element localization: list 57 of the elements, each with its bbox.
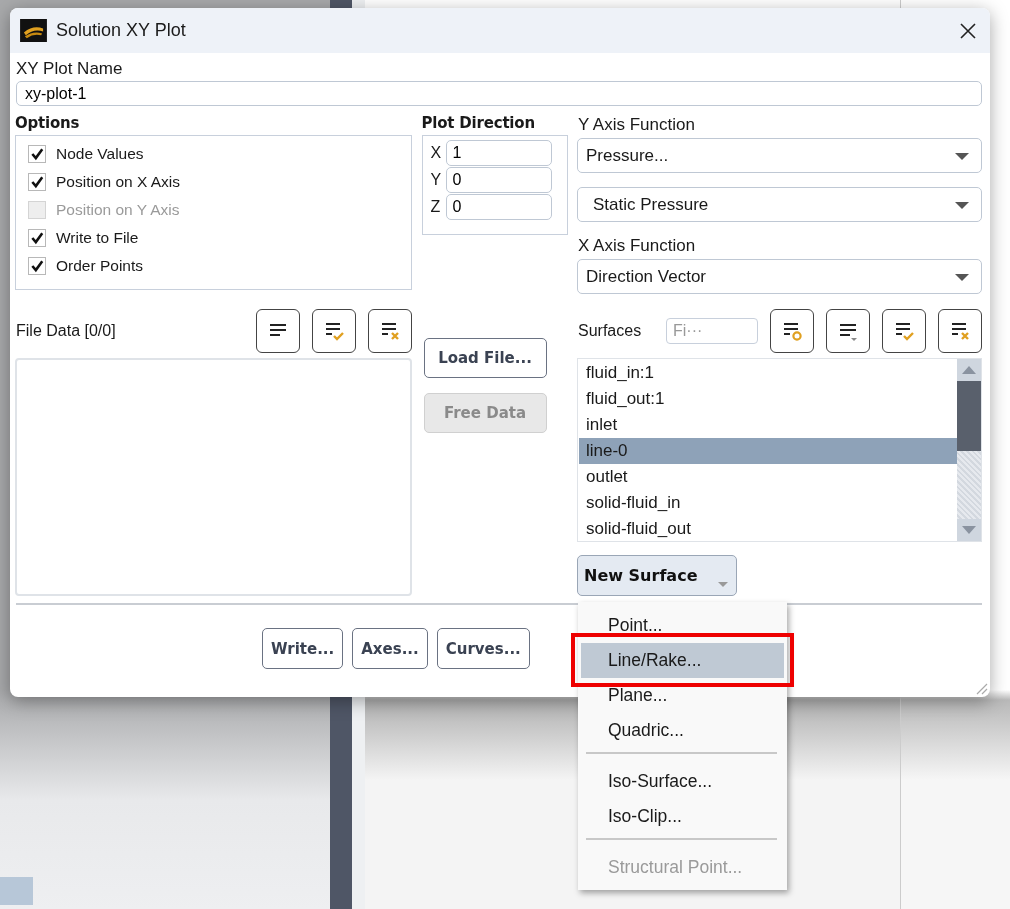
list-icon-button[interactable] xyxy=(826,309,870,353)
select-all-button[interactable] xyxy=(882,309,926,353)
axis-label: X xyxy=(430,144,443,162)
checkbox-option[interactable]: Order Points xyxy=(28,252,411,280)
surface-item[interactable]: line-0 xyxy=(579,438,957,464)
checkbox-option[interactable]: Node Values xyxy=(28,140,411,168)
window-title: Solution XY Plot xyxy=(56,20,187,41)
app-logo-icon xyxy=(20,19,47,42)
direction-field[interactable]: 0 xyxy=(445,194,552,220)
plot-name-field[interactable]: xy-plot-1 xyxy=(16,81,982,106)
menu-item[interactable]: Iso-Surface... xyxy=(581,764,784,799)
surface-item[interactable]: outlet xyxy=(579,464,957,490)
dialog-button[interactable]: Axes... xyxy=(352,628,428,669)
dropdown[interactable]: Direction Vector xyxy=(577,259,982,294)
menu-item[interactable]: Point... xyxy=(581,608,784,643)
new-surface-button[interactable]: New Surface xyxy=(577,555,737,596)
list-label: File Data [0/0] xyxy=(16,322,116,340)
deselect-all-button[interactable] xyxy=(938,309,982,353)
field-label: X Axis Function xyxy=(578,235,697,257)
background-tile xyxy=(0,877,33,905)
list-icon-button[interactable] xyxy=(256,309,300,353)
surface-item[interactable]: solid-fluid_in xyxy=(579,490,957,516)
check-icon xyxy=(30,147,44,161)
file-button[interactable]: Load File... xyxy=(423,338,547,378)
dialog-button[interactable]: Write... xyxy=(262,628,344,669)
check-icon xyxy=(30,259,44,273)
menu-item[interactable]: Quadric... xyxy=(581,713,784,748)
axis-label: Y xyxy=(430,171,443,189)
section-title: Options xyxy=(15,114,81,132)
scrollbar[interactable] xyxy=(957,359,981,541)
field-label: Y Axis Function xyxy=(578,114,696,136)
check-icon xyxy=(30,175,44,189)
list-label: Surfaces xyxy=(578,322,642,340)
section-title: Plot Direction xyxy=(421,114,536,132)
menu-item[interactable]: Plane... xyxy=(581,678,784,713)
resize-grip-icon[interactable] xyxy=(974,681,988,695)
dialog-button[interactable]: Curves... xyxy=(436,628,530,669)
select-all-button[interactable] xyxy=(312,309,356,353)
dropdown[interactable]: Static Pressure xyxy=(577,187,982,222)
surface-item[interactable]: fluid_out:1 xyxy=(579,386,957,412)
filter-field[interactable]: Fi··· xyxy=(666,318,758,344)
direction-field[interactable]: 0 xyxy=(445,167,552,193)
surface-item[interactable]: solid-fluid_out xyxy=(579,516,957,542)
check-icon xyxy=(30,231,44,245)
close-icon[interactable] xyxy=(960,22,976,39)
surface-item[interactable]: inlet xyxy=(579,412,957,438)
menu-item[interactable]: Iso-Clip... xyxy=(581,799,784,834)
dropdown[interactable]: Pressure... xyxy=(577,138,982,173)
checkbox-option[interactable]: Position on X Axis xyxy=(28,168,411,196)
axis-label: Z xyxy=(430,198,442,216)
checkbox-option[interactable]: Write to File xyxy=(28,224,411,252)
highlight-button[interactable] xyxy=(770,309,814,353)
menu-item[interactable]: Line/Rake... xyxy=(581,643,784,678)
surface-item[interactable]: fluid_in:1 xyxy=(579,360,957,386)
direction-field[interactable]: 1 xyxy=(445,140,552,166)
deselect-all-button[interactable] xyxy=(368,309,412,353)
field-label: XY Plot Name xyxy=(16,58,124,80)
